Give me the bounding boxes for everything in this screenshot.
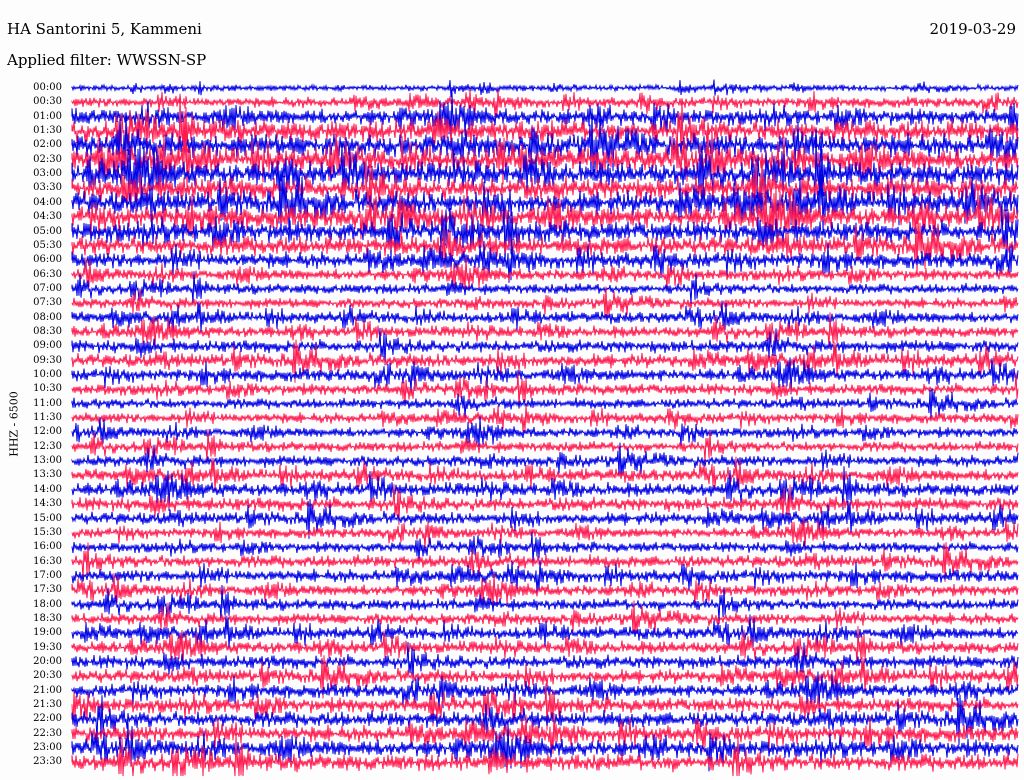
seismogram-traces xyxy=(71,79,1019,777)
trace-line xyxy=(71,79,1019,97)
